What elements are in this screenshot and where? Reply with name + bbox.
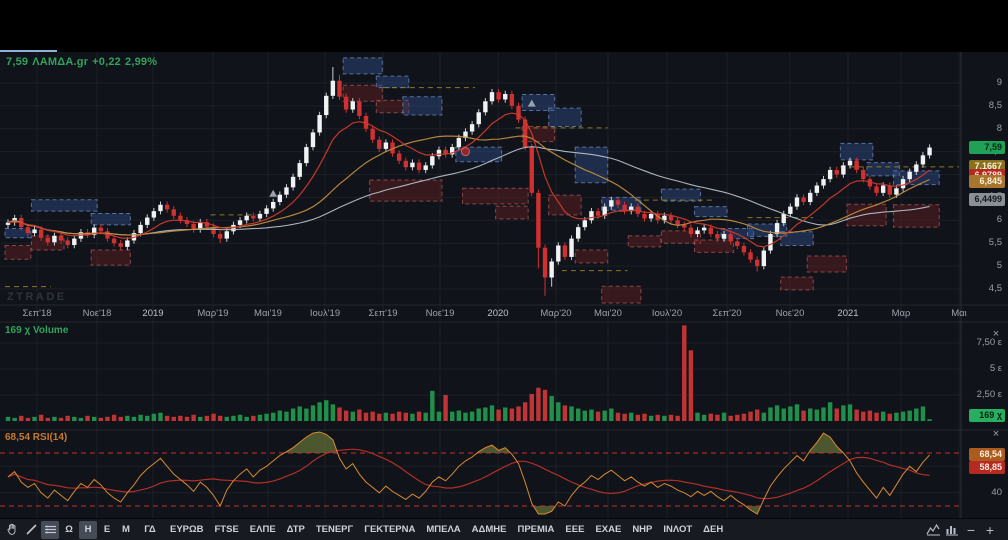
symbol-button-ΑΔΜΗΕ[interactable]: ΑΔΜΗΕ xyxy=(467,521,512,539)
toolbar-right-group: − + xyxy=(924,521,1000,539)
last-price: 7,59 xyxy=(6,56,29,68)
price-badge-759: 7,59 xyxy=(969,141,1005,155)
symbol-button-ΠΡΕΜΙΑ[interactable]: ΠΡΕΜΙΑ xyxy=(512,521,559,539)
symbol-button-ΓΕΚΤΕΡΝΑ[interactable]: ΓΕΚΤΕΡΝΑ xyxy=(359,521,420,539)
symbol-button-FTSE[interactable]: FTSE xyxy=(210,521,244,539)
x-axis-label: 2021 xyxy=(837,308,859,319)
x-axis-label: 2020 xyxy=(487,308,509,319)
symbol-button-ΓΔ[interactable]: ΓΔ xyxy=(136,521,164,539)
x-axis-label: Ιουλ'20 xyxy=(651,308,683,319)
symbol-button-ΔΤΡ[interactable]: ΔΤΡ xyxy=(282,521,310,539)
line-chart-icon[interactable] xyxy=(924,521,942,539)
price-change-percent: 2,99% xyxy=(125,56,158,68)
x-axis-label: 2019 xyxy=(142,308,164,319)
ztrade-watermark: ZTRADE xyxy=(7,291,67,303)
price-tick-label: 8 xyxy=(996,122,1002,134)
x-axis-label: Σεπ'18 xyxy=(22,308,52,319)
x-axis-label: Σεπ'19 xyxy=(368,308,398,319)
volume-pane-close-icon[interactable]: × xyxy=(990,328,1002,340)
rsi-badge: 68,54 xyxy=(969,448,1005,462)
draw-tool[interactable] xyxy=(22,521,40,539)
quote-line: 7,59 ΛΑΜΔΑ.gr +0,22 2,99% xyxy=(6,56,161,68)
symbol-button-ΜΠΕΛΑ[interactable]: ΜΠΕΛΑ xyxy=(421,521,465,539)
x-axis-label: Νοε'19 xyxy=(425,308,455,319)
x-axis-label: Μαι'19 xyxy=(254,308,282,319)
price-tick-label: 4,5 xyxy=(988,282,1002,294)
zoom-in-button[interactable]: + xyxy=(981,521,999,539)
rsi-tick-label: 40 xyxy=(991,486,1002,498)
x-axis-label: Μαρ'20 xyxy=(540,308,572,319)
rsi-pane-title: 68,54 RSI(14) xyxy=(5,432,68,443)
x-axis-label: Σεπ'20 xyxy=(712,308,742,319)
symbol-button-ΔΕΗ[interactable]: ΔΕΗ xyxy=(698,521,728,539)
price-tick-label: 9 xyxy=(996,77,1002,88)
price-tick-label: 5 xyxy=(996,260,1002,272)
x-axis-label: Νοε'20 xyxy=(775,308,805,319)
chart-area[interactable] xyxy=(0,52,1008,518)
symbol-button-ΕΕΕ[interactable]: ΕΕΕ xyxy=(560,521,589,539)
price-tick-label: 5,5 xyxy=(988,237,1002,249)
bar-chart-icon[interactable] xyxy=(943,521,961,539)
x-axis-label: Μαι'20 xyxy=(594,308,622,319)
volume-tick-label: 2,50 ε xyxy=(976,389,1002,400)
symbol-name: ΛΑΜΔΑ.gr xyxy=(32,56,89,68)
rsi-pane-close-icon[interactable]: × xyxy=(990,428,1002,440)
timeframe-button-Ω[interactable]: Ω xyxy=(60,521,78,539)
bottom-toolbar: Ω Η Ε Μ ΓΔ ΕΥΡΩΒ FTSE ΕΛΠΕ ΔΤΡ ΤΕΝΕΡΓ ΓΕΚΤΕΡΝΑ ΜΠΕΛ… xyxy=(0,518,1008,540)
x-axis-label: Μαρ xyxy=(891,308,911,319)
price-tick-label: 6 xyxy=(996,214,1002,226)
price-change: +0,22 xyxy=(92,56,122,68)
rsi-badge: 58,85 xyxy=(969,461,1005,475)
timeframe-button-Η[interactable]: Η xyxy=(79,520,97,539)
timeframe-button-Μ[interactable]: Μ xyxy=(117,521,135,539)
trading-app-window: { "quote": {"price":"7,59","symbol":"ΛΑΜ… xyxy=(0,0,1008,540)
symbol-button-ΝΗΡ[interactable]: ΝΗΡ xyxy=(627,521,657,539)
x-axis-label: Μαρ'19 xyxy=(197,308,229,319)
symbol-button-ΙΝΛΟΤ[interactable]: ΙΝΛΟΤ xyxy=(658,521,697,539)
volume-pane-title: 169 χ Volume xyxy=(5,325,69,336)
x-axis-label: Μαι xyxy=(951,308,967,319)
price-tick-label: 8,5 xyxy=(988,99,1002,111)
hand-tool[interactable] xyxy=(3,521,21,539)
timeframe-button-Ε[interactable]: Ε xyxy=(98,521,116,539)
chart-canvas[interactable] xyxy=(0,52,1008,518)
x-axis-label: Νοε'18 xyxy=(82,308,112,319)
x-axis-label: Ιουλ'19 xyxy=(309,308,341,319)
volume-last-badge: 169 χ xyxy=(969,409,1005,423)
price-badge-6845: 6,845 xyxy=(969,175,1005,189)
symbol-button-ΕΧΑΕ[interactable]: ΕΧΑΕ xyxy=(590,521,626,539)
symbol-button-ΤΕΝΕΡΓ[interactable]: ΤΕΝΕΡΓ xyxy=(311,521,358,539)
zoom-out-button[interactable]: − xyxy=(962,521,980,539)
price-badge-64499: 6,4499 xyxy=(969,193,1005,207)
levels-tool[interactable] xyxy=(41,520,59,539)
volume-tick-label: 5 ε xyxy=(989,363,1002,374)
symbol-button-ΕΥΡΩΒ[interactable]: ΕΥΡΩΒ xyxy=(165,521,209,539)
symbol-button-ΕΛΠΕ[interactable]: ΕΛΠΕ xyxy=(245,521,281,539)
